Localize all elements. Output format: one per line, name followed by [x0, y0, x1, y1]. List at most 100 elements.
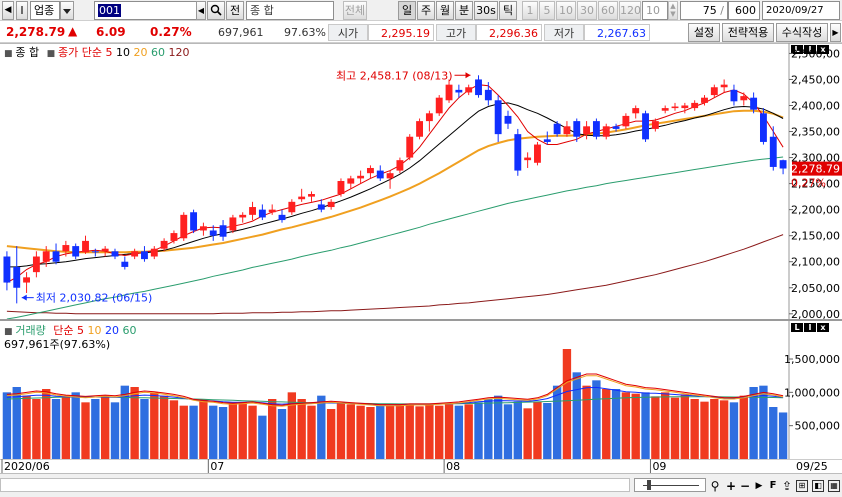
interval-5-button[interactable]: 5 [539, 1, 555, 20]
volume-bar[interactable] [317, 395, 326, 459]
volume-bar[interactable] [454, 405, 464, 459]
volume-bar[interactable] [150, 392, 159, 459]
candle-body[interactable] [563, 126, 571, 135]
candle-body[interactable] [710, 87, 718, 96]
interval-120-button[interactable]: 120 [619, 1, 641, 20]
candle-body[interactable] [298, 196, 306, 200]
candle-body[interactable] [612, 126, 620, 129]
candle-body[interactable] [199, 226, 207, 231]
candle-body[interactable] [150, 248, 158, 257]
candle-body[interactable] [534, 144, 541, 163]
candle-body[interactable] [465, 87, 473, 93]
volume-bar[interactable] [51, 399, 61, 459]
candle-body[interactable] [72, 246, 80, 257]
period-minute-button[interactable]: 분 [455, 1, 473, 20]
interval-10-button[interactable]: 10 [556, 1, 576, 20]
window-icon[interactable]: ◧ [812, 480, 824, 492]
candle-body[interactable] [573, 121, 581, 137]
interval-30-button[interactable]: 30 [577, 1, 597, 20]
candle-body[interactable] [406, 136, 414, 158]
interval-1-button[interactable]: 1 [522, 1, 538, 20]
candle-body[interactable] [622, 115, 630, 127]
candle-body[interactable] [366, 167, 374, 174]
candle-body[interactable] [91, 251, 99, 253]
volume-bar[interactable] [81, 402, 90, 459]
candle-body[interactable] [445, 84, 453, 101]
candle-body[interactable] [583, 126, 591, 135]
settings-button[interactable]: 설정 [688, 23, 720, 42]
volume-bar[interactable] [169, 400, 179, 459]
candle-body[interactable] [52, 251, 60, 262]
volume-bar[interactable] [435, 405, 444, 459]
volume-bar[interactable] [464, 404, 473, 459]
volume-bar[interactable] [297, 399, 306, 459]
volume-bar[interactable] [405, 405, 414, 459]
candle-body[interactable] [514, 134, 522, 171]
candle-body[interactable] [278, 214, 286, 221]
candle-body[interactable] [455, 89, 463, 93]
volume-bar[interactable] [159, 395, 169, 459]
candle-body[interactable] [141, 251, 148, 260]
volume-bar[interactable] [562, 349, 572, 459]
volume-bar[interactable] [336, 402, 346, 459]
volume-bar[interactable] [769, 407, 778, 459]
volume-bar[interactable] [503, 404, 513, 459]
apply-strategy-button[interactable]: 전략적용 [722, 23, 774, 42]
volume-bar[interactable] [661, 392, 670, 459]
volume-bar[interactable] [268, 399, 277, 459]
zoom-in-icon[interactable]: + [724, 479, 738, 493]
volume-bar[interactable] [719, 400, 729, 459]
volume-bar[interactable] [110, 402, 120, 459]
volume-bar[interactable] [759, 385, 768, 459]
period-tick-button[interactable]: 틱 [499, 1, 517, 20]
volume-bar[interactable] [484, 399, 493, 459]
candle-body[interactable] [642, 113, 649, 140]
volume-bar[interactable] [228, 402, 238, 459]
candle-body[interactable] [308, 194, 315, 197]
candle-body[interactable] [504, 115, 512, 124]
all-button[interactable]: 전체 [343, 1, 367, 20]
zoom-slider-thumb[interactable] [647, 480, 651, 490]
volume-bar[interactable] [582, 385, 591, 459]
volume-bar[interactable] [140, 399, 149, 459]
candle-body[interactable] [661, 108, 669, 111]
volume-bar[interactable] [238, 402, 247, 459]
candle-body[interactable] [180, 214, 188, 239]
candle-body[interactable] [160, 240, 168, 249]
prev-code-button[interactable]: ◀ [196, 1, 206, 20]
volume-bar[interactable] [395, 404, 405, 459]
collapse-toggle-button[interactable]: ◀ [2, 1, 14, 20]
volume-bar[interactable] [218, 407, 228, 459]
candle-body[interactable] [484, 89, 492, 101]
candle-body[interactable] [13, 266, 21, 288]
volume-bar[interactable] [100, 395, 110, 459]
market-dropdown-button[interactable] [60, 1, 74, 20]
candle-body[interactable] [779, 160, 787, 169]
volume-bar[interactable] [523, 408, 532, 459]
candle-body[interactable] [82, 240, 89, 253]
candle-body[interactable] [62, 245, 70, 252]
candle-body[interactable] [190, 212, 198, 231]
candle-body[interactable] [249, 207, 256, 215]
candle-body[interactable] [435, 97, 443, 114]
volume-bar[interactable] [209, 405, 218, 459]
volume-bar[interactable] [631, 393, 640, 459]
candle-body[interactable] [337, 181, 345, 195]
candle-body[interactable] [111, 251, 119, 257]
volume-bar[interactable] [385, 405, 395, 459]
candle-body[interactable] [268, 209, 276, 213]
candle-body[interactable] [347, 178, 355, 184]
volume-bar[interactable] [493, 395, 503, 459]
volume-bar[interactable] [533, 401, 542, 459]
candle-body[interactable] [376, 170, 384, 179]
period-week-button[interactable]: 주 [417, 1, 435, 20]
layout-icon[interactable]: ⊞ [796, 480, 808, 492]
volume-bar[interactable] [356, 405, 365, 459]
candle-body[interactable] [121, 261, 129, 267]
volume-bar[interactable] [651, 396, 660, 459]
candle-body[interactable] [131, 251, 139, 257]
volume-bar[interactable] [189, 405, 198, 459]
volume-bar[interactable] [42, 389, 51, 459]
candle-body[interactable] [671, 106, 679, 109]
volume-bar[interactable] [91, 399, 100, 459]
